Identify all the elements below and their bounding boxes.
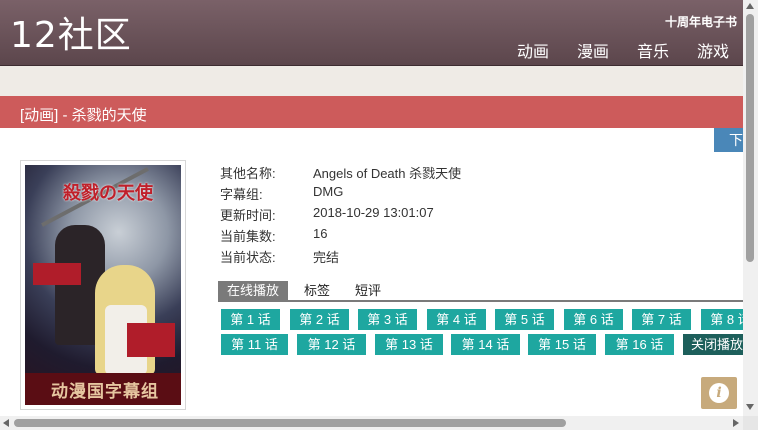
info-icon: i — [709, 383, 729, 403]
vertical-scroll-thumb[interactable] — [746, 14, 754, 262]
anniversary-ebook-link[interactable]: 十周年电子书 — [665, 13, 737, 30]
sub-header-strip — [0, 66, 743, 96]
poster-red-caption — [33, 263, 81, 285]
episode-1-button[interactable]: 第 1 话 — [221, 309, 280, 330]
info-value-status: 完结 — [313, 250, 340, 265]
page-title-bar: [动画] - 杀戮的天使 — [0, 96, 743, 128]
poster-title: 殺戮の天使 — [63, 183, 153, 204]
scroll-left-arrow-icon[interactable] — [3, 419, 9, 427]
episode-7-button[interactable]: 第 7 话 — [632, 309, 691, 330]
episode-11-button[interactable]: 第 11 话 — [221, 334, 288, 355]
info-label-fansub: 字幕组: — [220, 187, 263, 202]
tab-tags[interactable]: 标签 — [304, 281, 330, 300]
nav-games[interactable]: 游戏 — [697, 38, 729, 62]
scroll-up-arrow-icon[interactable] — [746, 3, 754, 9]
anime-poster-image: 殺戮の天使 动漫国字幕组 — [25, 165, 181, 405]
nav-anime[interactable]: 动画 — [517, 38, 549, 62]
floating-info-button[interactable]: i — [701, 377, 737, 409]
nav-music[interactable]: 音乐 — [637, 38, 669, 62]
scrollbar-corner — [743, 416, 758, 430]
scroll-right-arrow-icon[interactable] — [733, 419, 739, 427]
scroll-down-arrow-icon[interactable] — [746, 404, 754, 410]
poster-frame: 殺戮の天使 动漫国字幕组 — [20, 160, 186, 410]
nav-manga[interactable]: 漫画 — [577, 38, 609, 62]
episode-3-button[interactable]: 第 3 话 — [358, 309, 417, 330]
episode-13-button[interactable]: 第 13 话 — [375, 334, 443, 355]
episode-6-button[interactable]: 第 6 话 — [564, 309, 623, 330]
download-button[interactable]: 下 — [714, 128, 743, 152]
episode-15-button[interactable]: 第 15 话 — [528, 334, 596, 355]
episode-8-button[interactable]: 第 8 话 — [701, 309, 743, 330]
vertical-scrollbar[interactable] — [743, 0, 758, 416]
info-label-updated: 更新时间: — [220, 208, 276, 223]
site-header: 12社区 十周年电子书 动画 漫画 音乐 游戏 — [0, 0, 743, 66]
page-title: [动画] - 杀戮的天使 — [20, 107, 147, 124]
episode-12-button[interactable]: 第 12 话 — [297, 334, 366, 355]
episode-14-button[interactable]: 第 14 话 — [451, 334, 520, 355]
episode-5-button[interactable]: 第 5 话 — [495, 309, 554, 330]
info-label-alt-name: 其他名称: — [220, 166, 276, 181]
info-value-fansub: DMG — [313, 184, 344, 199]
tab-reviews[interactable]: 短评 — [355, 281, 381, 300]
episode-4-button[interactable]: 第 4 话 — [427, 309, 486, 330]
episode-2-button[interactable]: 第 2 话 — [290, 309, 349, 330]
tab-online-play[interactable]: 在线播放 — [218, 281, 289, 300]
poster-red-caption-2 — [127, 323, 175, 357]
page-viewport: 12社区 十周年电子书 动画 漫画 音乐 游戏 [动画] - 杀戮的天使 下 殺… — [0, 0, 743, 416]
horizontal-scrollbar[interactable] — [0, 416, 743, 430]
horizontal-scroll-thumb[interactable] — [14, 419, 566, 427]
info-value-episode-count: 16 — [313, 226, 328, 241]
main-nav: 动画 漫画 音乐 游戏 — [489, 38, 729, 62]
poster-group-logo: 动漫国字幕组 — [51, 382, 159, 402]
site-logo[interactable]: 12社区 — [10, 14, 132, 58]
detail-tabs: 在线播放 标签 短评 — [218, 281, 743, 302]
info-label-status: 当前状态: — [220, 250, 276, 265]
close-player-button[interactable]: 关闭播放 — [683, 334, 743, 355]
info-value-alt-name: Angels of Death 杀戮天使 — [313, 166, 462, 181]
info-value-updated: 2018-10-29 13:01:07 — [313, 205, 434, 220]
episode-16-button[interactable]: 第 16 话 — [605, 334, 674, 355]
info-label-episode-count: 当前集数: — [220, 229, 276, 244]
